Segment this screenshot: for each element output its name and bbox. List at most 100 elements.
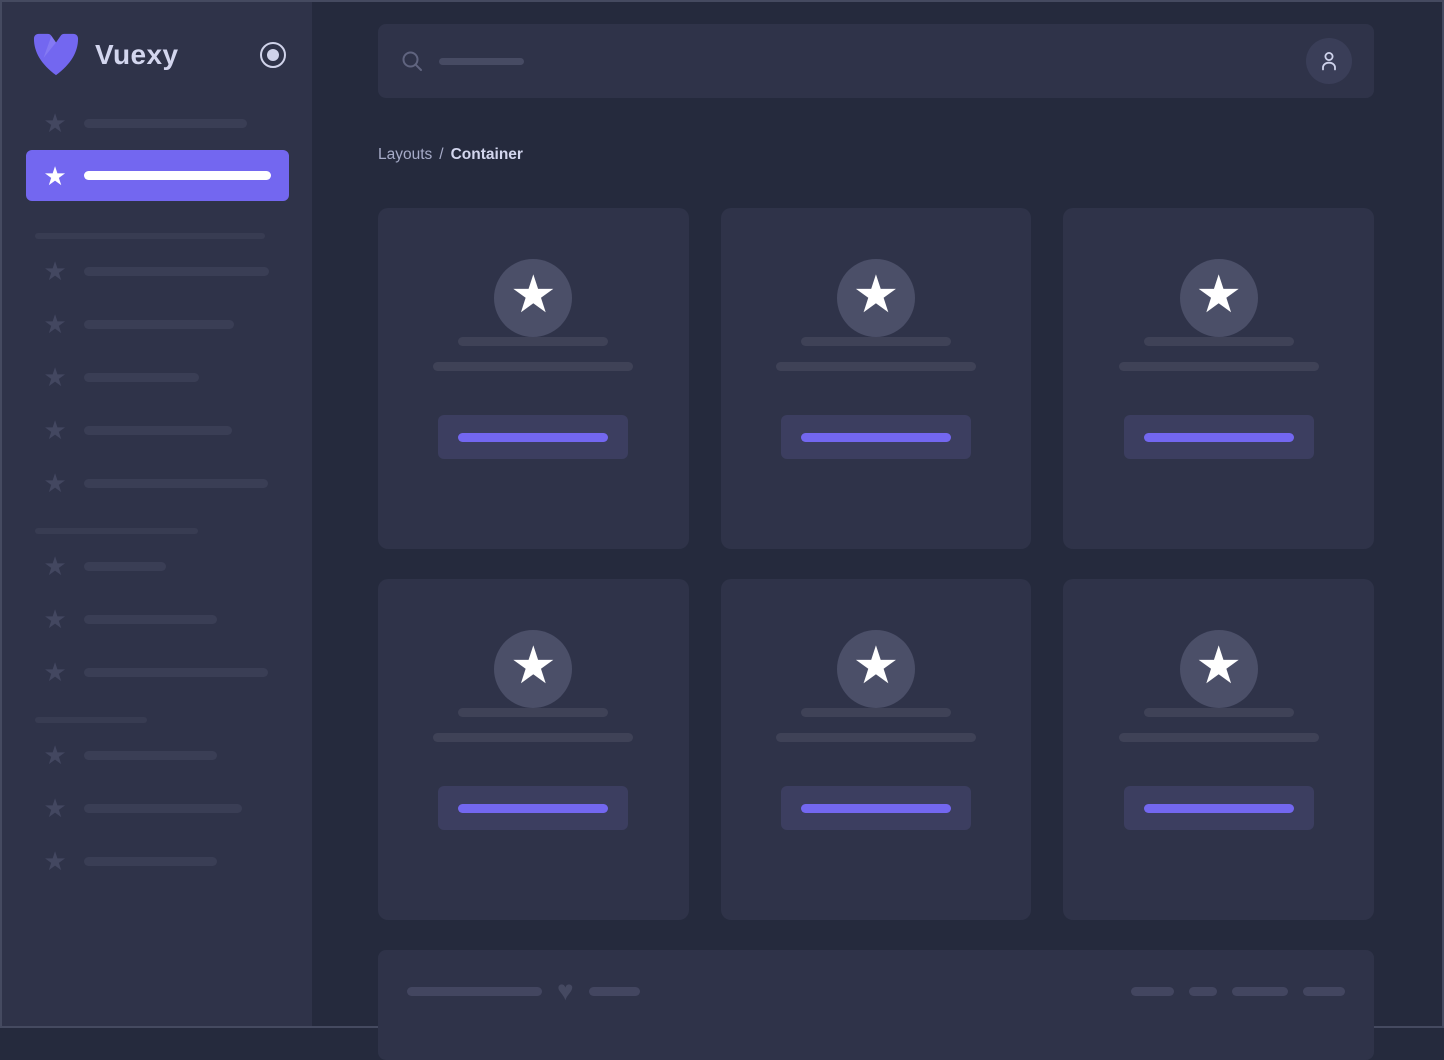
search-placeholder-skeleton	[439, 57, 524, 65]
section-title-skeleton	[35, 717, 147, 723]
sidebar-sections: ★ ★ ★ ★ ★ ★ ★ ★ ★ ★ ★	[2, 233, 312, 874]
footer-link-skeleton[interactable]	[1131, 986, 1174, 996]
card-avatar: ★	[1179, 630, 1258, 708]
card-button-skeleton[interactable]	[1123, 415, 1314, 459]
section-title-skeleton	[35, 528, 198, 534]
star-icon: ★	[852, 637, 900, 695]
star-icon: ★	[43, 108, 67, 138]
sidebar-item-skeleton[interactable]: ★	[42, 795, 289, 821]
star-icon: ★	[510, 637, 557, 695]
footer-link-skeleton[interactable]	[1303, 986, 1345, 996]
user-avatar-button[interactable]	[1306, 38, 1352, 84]
nav-label-skeleton	[84, 667, 268, 677]
card-subtitle-skeleton	[775, 362, 976, 371]
sidebar-item-active[interactable]: ★	[26, 150, 289, 201]
button-label-skeleton	[458, 803, 609, 813]
footer-text-skeleton	[407, 986, 542, 996]
search-bar[interactable]	[378, 24, 1374, 98]
footer-text-skeleton	[588, 986, 640, 996]
button-label-skeleton	[800, 803, 951, 813]
card-button-skeleton[interactable]	[780, 786, 971, 830]
sidebar-item-skeleton[interactable]: ★	[42, 606, 289, 632]
button-label-skeleton	[1143, 803, 1294, 813]
nav-label-skeleton	[84, 171, 271, 180]
sidebar-item-skeleton[interactable]: ★	[42, 417, 289, 443]
sidebar-item-skeleton[interactable]: ★	[42, 659, 289, 685]
breadcrumb-parent[interactable]: Layouts	[378, 146, 432, 163]
card-avatar: ★	[494, 259, 573, 337]
star-icon: ★	[43, 551, 67, 581]
star-icon: ★	[1195, 266, 1242, 324]
sidebar-item-skeleton[interactable]: ★	[42, 311, 289, 337]
card-avatar: ★	[836, 630, 915, 708]
star-icon: ★	[43, 362, 67, 392]
footer-left: ♥	[407, 977, 640, 1005]
star-icon: ★	[510, 266, 557, 324]
placeholder-card: ★	[1063, 208, 1374, 549]
card-button-skeleton[interactable]	[780, 415, 971, 459]
card-title-skeleton	[800, 337, 951, 346]
card-title-skeleton	[1143, 337, 1294, 346]
sidebar-item-skeleton[interactable]: ★	[42, 364, 289, 390]
sidebar-item-skeleton[interactable]: ★	[42, 258, 289, 284]
nav-label-skeleton	[84, 118, 247, 128]
button-label-skeleton	[458, 432, 609, 442]
footer-link-skeleton[interactable]	[1232, 986, 1288, 996]
star-icon: ★	[43, 657, 67, 687]
nav-label-skeleton	[84, 750, 217, 760]
star-icon: ★	[43, 415, 67, 445]
brand-title: Vuexy	[95, 39, 179, 70]
star-icon: ★	[43, 256, 67, 286]
sidebar-header: Vuexy	[2, 2, 312, 78]
sidebar-item-skeleton[interactable]: ★	[42, 848, 289, 874]
nav-label-skeleton	[84, 478, 268, 488]
card-title-skeleton	[1143, 708, 1294, 717]
nav-label-skeleton	[84, 803, 242, 813]
sidebar-item-skeleton[interactable]: ★	[42, 742, 289, 768]
nav-label-skeleton	[84, 425, 232, 435]
card-title-skeleton	[458, 337, 609, 346]
nav-label-skeleton	[84, 319, 234, 329]
radio-dot-icon[interactable]	[260, 42, 286, 68]
placeholder-card: ★	[378, 579, 689, 920]
star-icon: ★	[43, 846, 67, 876]
card-button-skeleton[interactable]	[438, 786, 629, 830]
star-icon: ★	[43, 740, 67, 770]
section-title-skeleton	[35, 233, 265, 239]
main-content: Layouts / Container ★ ★ ★ ★ ★ ★ ♥	[312, 2, 1442, 1060]
heart-icon: ♥	[557, 975, 574, 1006]
card-avatar: ★	[494, 630, 573, 708]
card-title-skeleton	[458, 708, 609, 717]
vuexy-logo-icon	[30, 32, 82, 78]
sidebar-item-skeleton[interactable]: ★	[42, 470, 289, 496]
star-icon: ★	[43, 309, 67, 339]
card-button-skeleton[interactable]	[438, 415, 629, 459]
sidebar-section: ★ ★ ★	[2, 528, 312, 685]
card-avatar: ★	[836, 259, 915, 337]
placeholder-card: ★	[720, 579, 1032, 920]
nav-label-skeleton	[84, 372, 199, 382]
sidebar-item-skeleton[interactable]: ★	[42, 553, 289, 579]
star-icon: ★	[43, 604, 67, 634]
placeholder-card: ★	[1063, 579, 1374, 920]
cards-grid: ★ ★ ★ ★ ★ ★	[378, 208, 1374, 920]
breadcrumb-separator: /	[439, 146, 444, 163]
user-icon	[1322, 52, 1336, 71]
card-title-skeleton	[800, 708, 951, 717]
card-button-skeleton[interactable]	[1123, 786, 1314, 830]
footer-right	[1131, 986, 1345, 996]
nav-label-skeleton	[84, 266, 269, 276]
search-icon	[400, 49, 424, 73]
nav-label-skeleton	[84, 561, 166, 571]
placeholder-card: ★	[720, 208, 1032, 549]
star-icon: ★	[1195, 637, 1242, 695]
card-subtitle-skeleton	[433, 362, 634, 371]
star-icon: ★	[852, 266, 900, 324]
star-icon: ★	[43, 793, 67, 823]
star-icon: ★	[43, 468, 67, 498]
sidebar-item-skeleton[interactable]: ★	[42, 110, 289, 136]
breadcrumb-current: Container	[450, 146, 523, 163]
footer-link-skeleton[interactable]	[1189, 986, 1217, 996]
placeholder-card: ★	[378, 208, 689, 549]
card-subtitle-skeleton	[433, 733, 634, 742]
